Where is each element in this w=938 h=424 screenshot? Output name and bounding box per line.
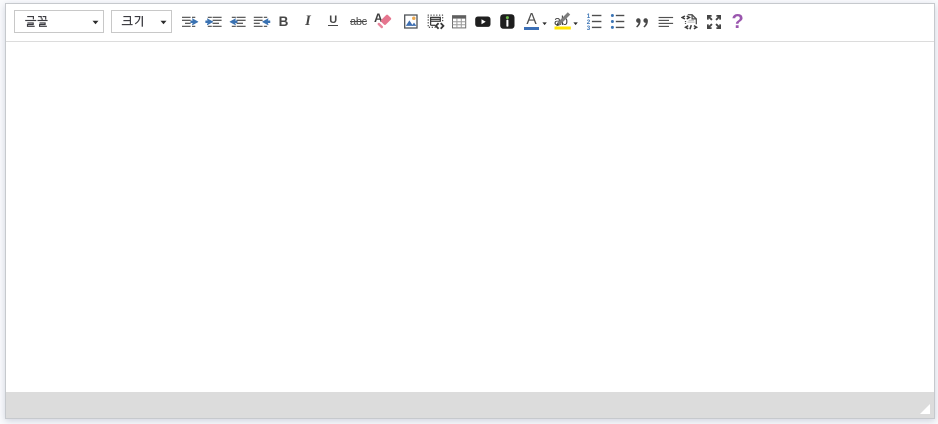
svg-text:3: 3 bbox=[587, 25, 591, 32]
